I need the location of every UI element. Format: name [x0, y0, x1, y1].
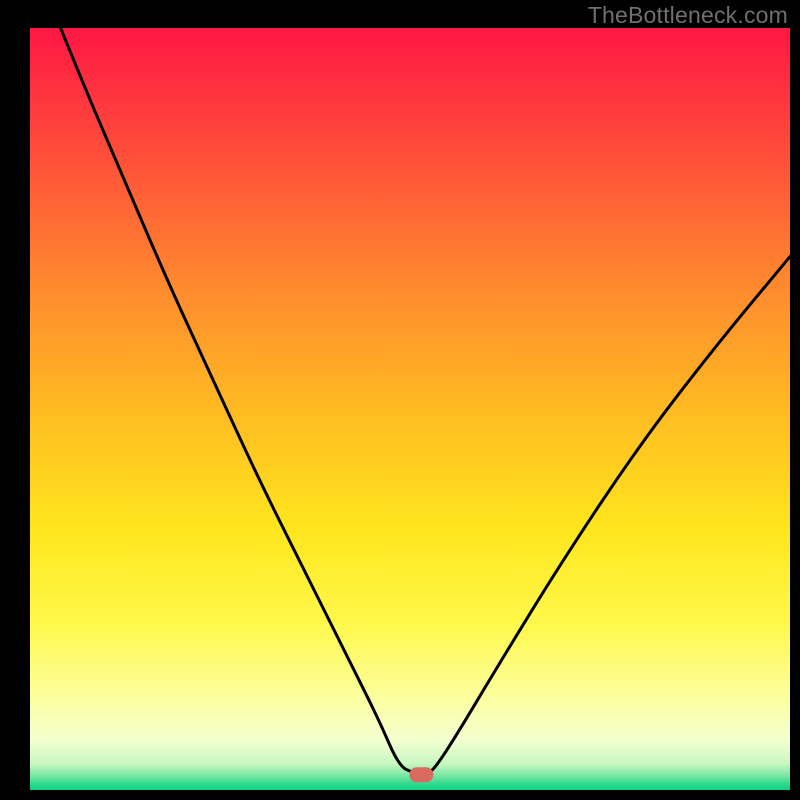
chart-canvas [0, 0, 800, 800]
optimal-marker [409, 767, 433, 782]
chart-gradient-bg [30, 28, 790, 790]
bottleneck-chart: TheBottleneck.com [0, 0, 800, 800]
watermark-text: TheBottleneck.com [588, 2, 788, 29]
